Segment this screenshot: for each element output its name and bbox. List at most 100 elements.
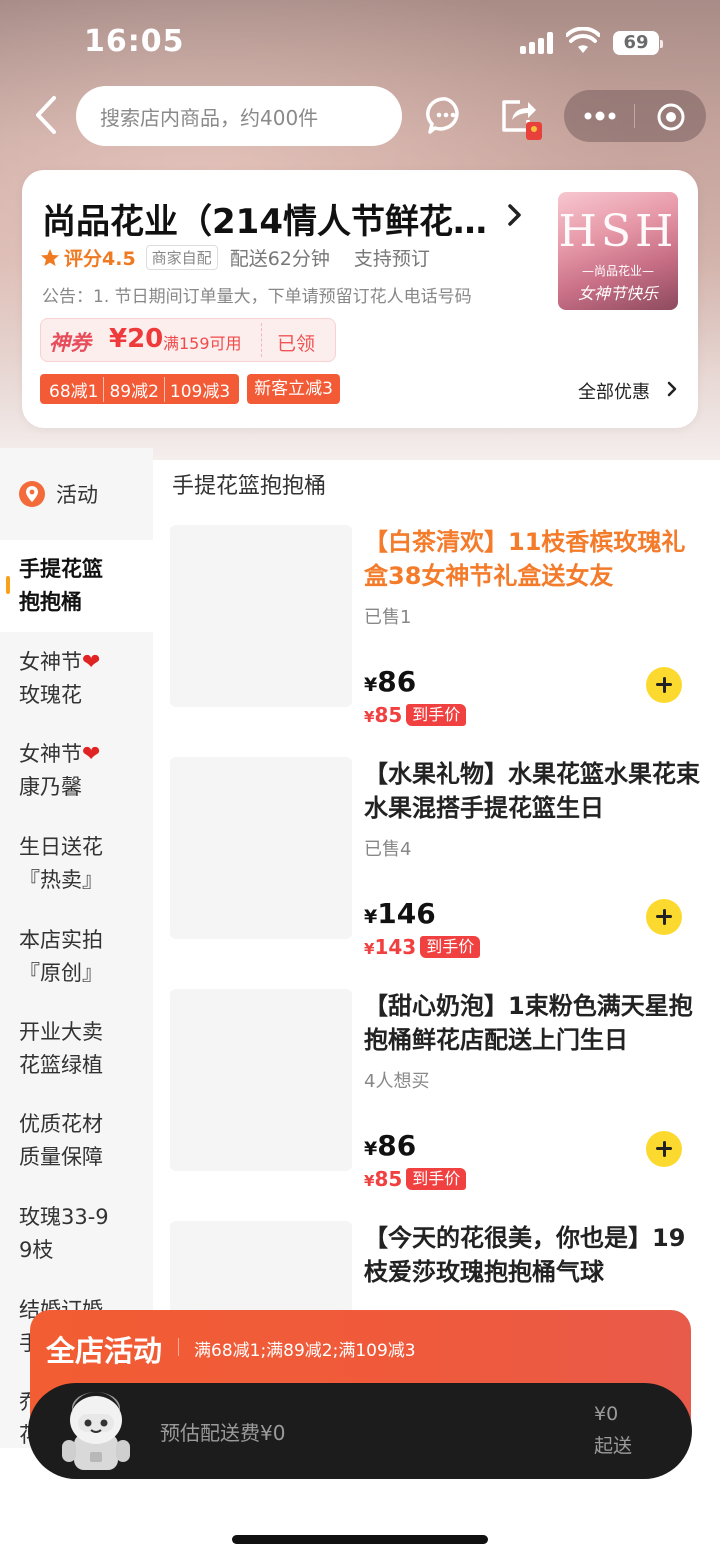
- product-image[interactable]: [170, 1221, 352, 1311]
- sidebar-item-label: 本店实拍: [19, 928, 103, 952]
- location-tag-icon: [19, 481, 45, 507]
- price-value: 146: [377, 897, 436, 930]
- final-price-badge: 到手价: [406, 1168, 467, 1190]
- product-sales: 已售1: [364, 607, 412, 628]
- store-info-card: 尚品花业（214情人节鲜花定制） HSH —尚品花业— 女神节快乐 评分4.5 …: [22, 170, 698, 428]
- sidebar-item-goddess-carnation[interactable]: 女神节❤ 康乃馨: [0, 738, 153, 804]
- coupon-amount: ¥20: [109, 324, 164, 354]
- product-title[interactable]: 【甜心奶泡】1束粉色满天星抱抱桶鲜花店配送上门生日: [364, 989, 700, 1057]
- star-icon: [41, 248, 59, 266]
- sidebar-item-label: 康乃馨: [19, 775, 82, 799]
- delivery-fee: 预估配送费¥0: [160, 1421, 286, 1445]
- product-card[interactable]: 【水果礼物】水果花篮水果花束水果混搭手提花篮生日 已售4 ¥146 ¥143 到手…: [170, 757, 700, 967]
- coupon-status: 已领: [277, 333, 316, 355]
- price-value: 86: [377, 1129, 417, 1162]
- heart-icon: ❤: [82, 742, 101, 767]
- add-to-cart-button[interactable]: [646, 667, 682, 703]
- sidebar-item-goddess-rose[interactable]: 女神节❤ 玫瑰花: [0, 646, 153, 712]
- all-offers-link[interactable]: 全部优惠: [578, 378, 650, 404]
- currency-symbol: ¥: [364, 906, 378, 928]
- store-name[interactable]: 尚品花业（214情人节鲜花定制）: [42, 194, 492, 243]
- search-placeholder: 搜索店内商品，约400件: [100, 105, 319, 130]
- close-miniapp-icon[interactable]: [656, 102, 686, 132]
- min-order-label: 起送: [594, 1435, 633, 1457]
- delivery-time: 配送62分钟: [229, 248, 330, 270]
- product-price: ¥86: [364, 1129, 416, 1162]
- presale-support: 支持预订: [353, 248, 430, 270]
- discount-tier: 68减1: [49, 381, 99, 402]
- add-to-cart-button[interactable]: [646, 1131, 682, 1167]
- product-image[interactable]: [170, 525, 352, 707]
- currency-symbol: ¥: [364, 940, 375, 958]
- product-final-price: ¥143 到手价: [364, 935, 481, 959]
- product-title[interactable]: 【今天的花很美，你也是】19枝爱莎玫瑰抱抱桶气球: [364, 1221, 700, 1289]
- product-card[interactable]: 【今天的花很美，你也是】19枝爱莎玫瑰抱抱桶气球: [170, 1221, 700, 1311]
- product-image[interactable]: [170, 757, 352, 939]
- discount-tiers: 68减1 89减2 109减3: [40, 374, 240, 404]
- product-card[interactable]: 【白茶清欢】11枝香槟玫瑰礼盒38女神节礼盒送女友 已售1 ¥86 ¥85 到手价: [170, 525, 700, 735]
- new-customer-discount: 新客立减3: [247, 374, 340, 404]
- coupon-card[interactable]: 神券 ¥20 满159可用 已领: [40, 318, 336, 362]
- product-card[interactable]: 【甜心奶泡】1束粉色满天星抱抱桶鲜花店配送上门生日 4人想买 ¥86 ¥85 到手…: [170, 989, 700, 1199]
- cart-mascot-icon[interactable]: [58, 1392, 134, 1476]
- category-sidebar: 活动 手提花篮 抱抱桶 女神节❤ 玫瑰花 女神节❤ 康乃馨 生日送花 『热卖』 …: [0, 448, 153, 1448]
- product-price: ¥86: [364, 665, 416, 698]
- battery-level: 69: [623, 32, 649, 53]
- product-price: ¥146: [364, 897, 436, 930]
- capsule-divider: [634, 104, 635, 128]
- sidebar-item-rose-99[interactable]: 玫瑰33-9 9枝: [0, 1201, 153, 1267]
- status-time: 16:05: [84, 24, 185, 59]
- sidebar-item-label: 抱抱桶: [19, 590, 82, 614]
- final-price-value: 143: [374, 935, 417, 959]
- sidebar-item-birthday[interactable]: 生日送花 『热卖』: [0, 831, 153, 897]
- coupon-tag: 神券: [49, 331, 91, 355]
- sidebar-item-activity[interactable]: 活动: [0, 448, 153, 540]
- price-value: 86: [377, 665, 417, 698]
- share-icon[interactable]: [498, 96, 546, 144]
- sidebar-item-opening[interactable]: 开业大卖 花篮绿植: [0, 1016, 153, 1082]
- product-final-price: ¥85 到手价: [364, 703, 467, 727]
- product-title[interactable]: 【水果礼物】水果花篮水果花束水果混搭手提花篮生日: [364, 757, 700, 825]
- sidebar-item-quality[interactable]: 优质花材 质量保障: [0, 1108, 153, 1174]
- home-indicator: [232, 1535, 488, 1544]
- store-rating: 评分4.5: [64, 248, 136, 270]
- sidebar-item-label: 玫瑰花: [19, 683, 82, 707]
- battery-icon: 69: [613, 31, 663, 55]
- sidebar-item-label: 『原创』: [19, 961, 103, 985]
- currency-symbol: ¥: [364, 1172, 375, 1190]
- sidebar-item-label: 质量保障: [19, 1145, 103, 1169]
- more-icon[interactable]: [582, 102, 618, 130]
- product-title[interactable]: 【白茶清欢】11枝香槟玫瑰礼盒38女神节礼盒送女友: [364, 525, 700, 593]
- store-notice[interactable]: 公告：1. 节日期间订单量大，下单请预留订花人电话号码: [42, 282, 532, 307]
- sidebar-item-label: 生日送花: [19, 835, 103, 859]
- sidebar-item-handbasket[interactable]: 手提花篮 抱抱桶: [0, 540, 153, 632]
- coupon-condition: 满159可用: [163, 334, 242, 353]
- sidebar-item-label: 玫瑰33-9: [19, 1205, 109, 1229]
- store-search-input[interactable]: 搜索店内商品，约400件: [76, 86, 402, 146]
- sidebar-item-label: 9枝: [19, 1238, 54, 1262]
- chevron-right-icon[interactable]: [504, 202, 524, 228]
- discount-tier: 89减2: [103, 376, 163, 402]
- final-price-badge: 到手价: [420, 936, 481, 958]
- store-logo[interactable]: HSH —尚品花业— 女神节快乐: [558, 192, 678, 310]
- chat-icon[interactable]: [426, 96, 466, 136]
- chevron-right-icon[interactable]: [666, 380, 678, 398]
- min-order-price: ¥0: [594, 1403, 619, 1425]
- sidebar-item-label: 活动: [56, 483, 98, 507]
- coupon-divider: [261, 323, 262, 357]
- final-price-badge: 到手价: [406, 704, 467, 726]
- store-logo-text: HSH: [558, 206, 678, 257]
- sidebar-item-label: 『热卖』: [19, 868, 103, 892]
- back-arrow-icon[interactable]: [28, 92, 68, 138]
- product-image[interactable]: [170, 989, 352, 1171]
- currency-symbol: ¥: [364, 674, 378, 696]
- add-to-cart-button[interactable]: [646, 899, 682, 935]
- product-sales: 4人想买: [364, 1071, 430, 1092]
- sidebar-item-label: 花篮绿植: [19, 1053, 103, 1077]
- miniapp-capsule: [564, 90, 706, 142]
- activity-title: 全店活动: [46, 1334, 163, 1368]
- activity-rules: 满68减1;满89减2;满109减3: [194, 1341, 416, 1361]
- final-price-value: 85: [374, 703, 403, 727]
- product-sales: 已售4: [364, 839, 412, 860]
- sidebar-item-real-photos[interactable]: 本店实拍 『原创』: [0, 924, 153, 990]
